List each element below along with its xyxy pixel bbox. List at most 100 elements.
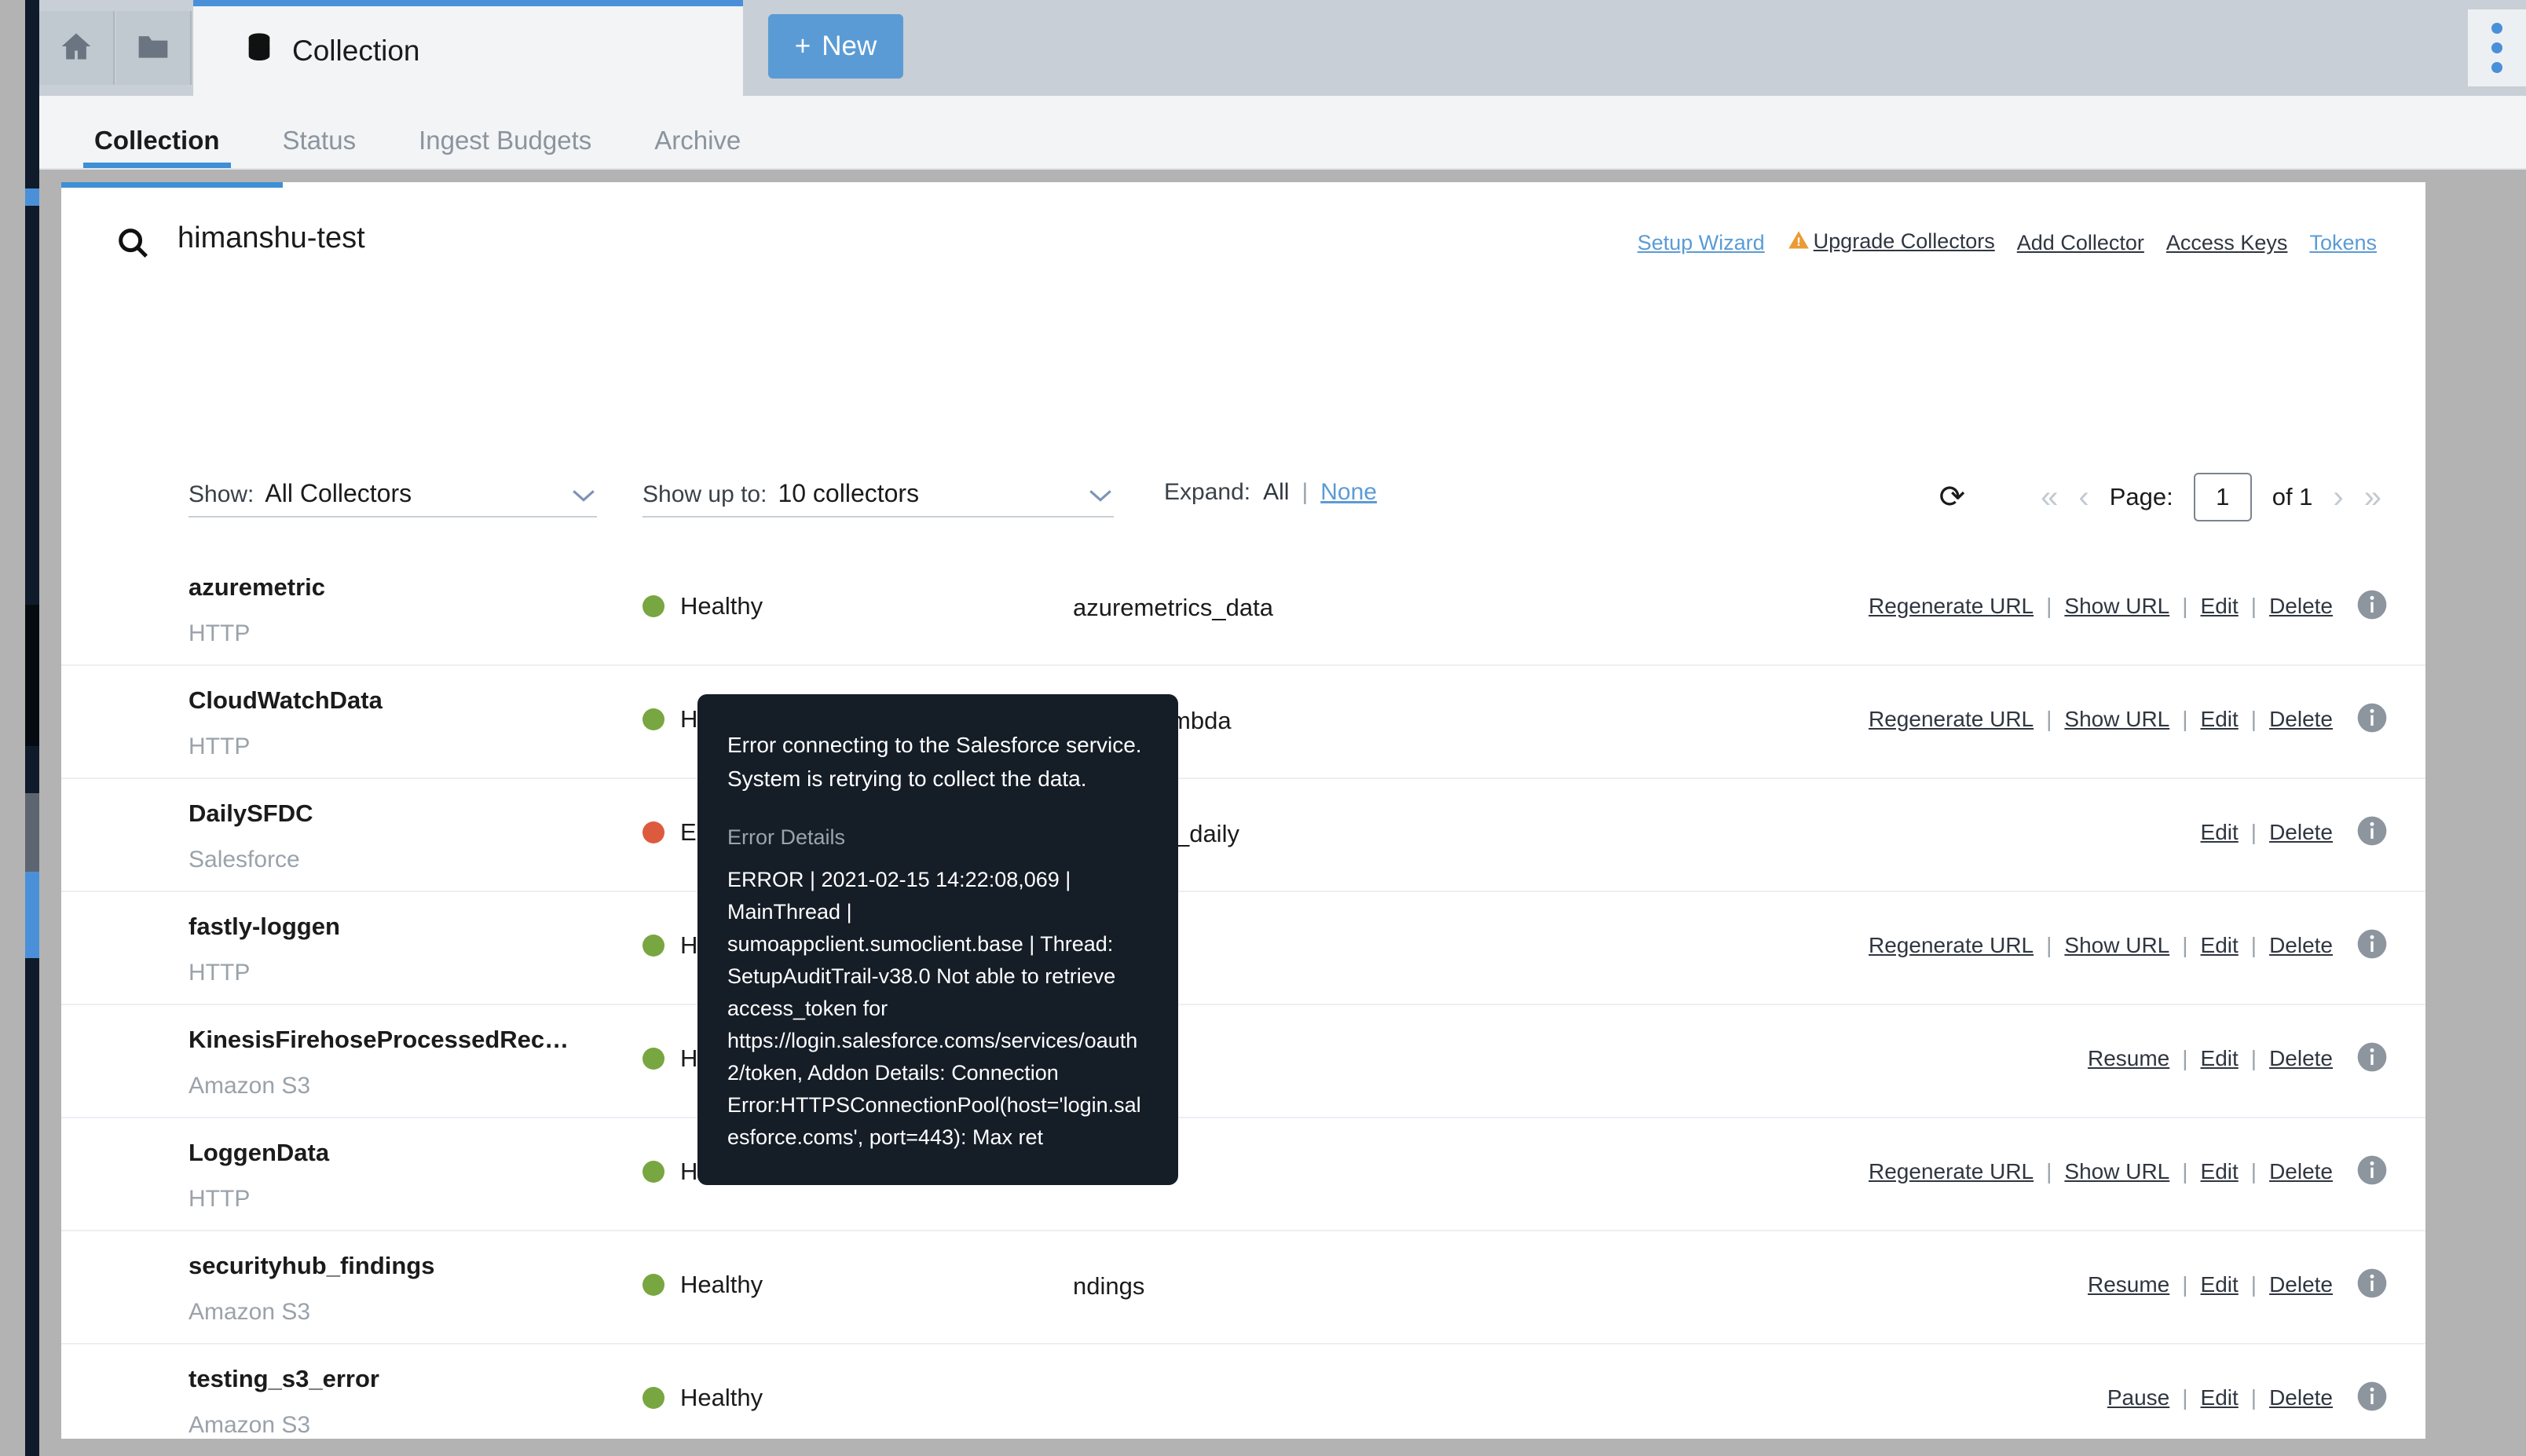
- add-collector-link[interactable]: Add Collector: [2017, 231, 2144, 255]
- info-icon[interactable]: [2356, 1154, 2388, 1190]
- collector-status: Healthy: [642, 1271, 763, 1299]
- action-edit-link[interactable]: Edit: [2201, 1159, 2239, 1184]
- action-delete-link[interactable]: Delete: [2269, 1046, 2333, 1071]
- warning-triangle-icon: [1787, 229, 1810, 257]
- table-row[interactable]: fastly-loggenHTTPHealthyRegenerate URL|S…: [61, 892, 2425, 1005]
- tab-title: Collection: [292, 35, 420, 67]
- collector-type: Salesforce: [189, 847, 300, 873]
- action-delete-link[interactable]: Delete: [2269, 1385, 2333, 1410]
- new-button[interactable]: + New: [768, 14, 903, 79]
- action-edit-link[interactable]: Edit: [2201, 1046, 2239, 1071]
- expand-all-link[interactable]: All: [1263, 479, 1289, 506]
- app-screen: Collection + New Collection Status Inges…: [0, 0, 2526, 1456]
- action-delete-link[interactable]: Delete: [2269, 594, 2333, 619]
- info-icon[interactable]: [2356, 1381, 2388, 1416]
- status-dot: [642, 1274, 664, 1296]
- home-button[interactable]: [39, 11, 115, 85]
- kebab-menu-icon[interactable]: [2468, 9, 2526, 86]
- collector-name: securityhub_findings: [189, 1252, 435, 1279]
- chevron-left-icon[interactable]: ‹: [2078, 480, 2089, 515]
- action-edit-link[interactable]: Edit: [2201, 594, 2239, 619]
- status-dot: [642, 708, 664, 730]
- tab-ingest-budgets[interactable]: Ingest Budgets: [387, 126, 623, 168]
- action-delete-link[interactable]: Delete: [2269, 820, 2333, 845]
- collector-name: azuremetric: [189, 573, 326, 601]
- refresh-icon[interactable]: ⟳: [1939, 479, 1966, 515]
- info-icon[interactable]: [2356, 1041, 2388, 1077]
- info-icon[interactable]: [2356, 702, 2388, 737]
- action-regenerate-url-link[interactable]: Regenerate URL: [1869, 933, 2034, 958]
- action-regenerate-url-link[interactable]: Regenerate URL: [1869, 707, 2034, 732]
- action-delete-link[interactable]: Delete: [2269, 1159, 2333, 1184]
- collector-name: LoggenData: [189, 1139, 330, 1166]
- table-row[interactable]: testing_s3_error Amazon S3 Healthy Pause | Ed…: [61, 1344, 2425, 1439]
- action-show-url-link[interactable]: Show URL: [2064, 707, 2169, 732]
- action-regenerate-url-link[interactable]: Regenerate URL: [1869, 594, 2034, 619]
- collector-list: azuremetric HTTP Healthy azuremetrics_data R…: [61, 553, 2425, 1439]
- rail-gray-segment: [25, 793, 39, 872]
- table-row[interactable]: KinesisFirehoseProcessedRec…Amazon S3Hea…: [61, 1005, 2425, 1118]
- action-regenerate-url-link[interactable]: Regenerate URL: [1869, 1159, 2034, 1184]
- upgrade-collectors-link[interactable]: Upgrade Collectors: [1814, 229, 1995, 253]
- action-edit-link[interactable]: Edit: [2201, 1272, 2239, 1297]
- action-delete-link[interactable]: Delete: [2269, 933, 2333, 958]
- action-delete-link[interactable]: Delete: [2269, 707, 2333, 732]
- table-row[interactable]: azuremetric HTTP Healthy azuremetrics_data R…: [61, 553, 2425, 666]
- page-input[interactable]: 1: [2193, 473, 2252, 521]
- table-row[interactable]: DailySFDCSalesforceErrorsfdc_logs_dailyE…: [61, 779, 2425, 892]
- action-separator: |: [2250, 1046, 2257, 1070]
- action-show-url-link[interactable]: Show URL: [2064, 594, 2169, 619]
- show-filter-select[interactable]: Show: All Collectors: [189, 479, 597, 518]
- collector-type: Amazon S3: [189, 1299, 311, 1325]
- action-show-url-link[interactable]: Show URL: [2064, 1159, 2169, 1184]
- info-icon[interactable]: [2356, 815, 2388, 851]
- access-keys-link[interactable]: Access Keys: [2166, 231, 2288, 255]
- show-up-to-label: Show up to:: [642, 481, 767, 507]
- action-delete-link[interactable]: Delete: [2269, 1272, 2333, 1297]
- action-separator: |: [2250, 707, 2257, 731]
- status-dot: [642, 821, 664, 843]
- table-row[interactable]: LoggenDataHTTPHealthyRegenerate URL|Show…: [61, 1118, 2425, 1231]
- info-icon[interactable]: [2356, 928, 2388, 964]
- action-show-url-link[interactable]: Show URL: [2064, 933, 2169, 958]
- search-icon: [115, 225, 151, 265]
- expand-none-link[interactable]: None: [1320, 479, 1377, 506]
- collector-name: fastly-loggen: [189, 913, 340, 940]
- action-resume-link[interactable]: Resume: [2088, 1272, 2169, 1297]
- action-separator: |: [2182, 1385, 2188, 1410]
- action-edit-link[interactable]: Edit: [2201, 1385, 2239, 1410]
- info-icon[interactable]: [2356, 1268, 2388, 1303]
- action-edit-link[interactable]: Edit: [2201, 820, 2239, 845]
- folder-button[interactable]: [116, 11, 192, 85]
- setup-wizard-link[interactable]: Setup Wizard: [1638, 231, 1765, 255]
- action-edit-link[interactable]: Edit: [2201, 707, 2239, 732]
- tab-archive[interactable]: Archive: [623, 126, 772, 168]
- horizontal-scrollbar[interactable]: [39, 1439, 2526, 1456]
- new-button-label: New: [822, 31, 877, 61]
- collector-source: ndings: [1073, 1272, 1145, 1300]
- tab-collection[interactable]: Collection: [193, 0, 743, 96]
- action-edit-link[interactable]: Edit: [2201, 933, 2239, 958]
- collector-type: Amazon S3: [189, 1412, 311, 1438]
- action-resume-link[interactable]: Resume: [2088, 1046, 2169, 1071]
- table-row[interactable]: CloudWatchDataHTTPHealthytestsrc/lambdaR…: [61, 666, 2425, 779]
- info-icon[interactable]: [2356, 589, 2388, 624]
- tokens-link[interactable]: Tokens: [2309, 231, 2377, 255]
- action-pause-link[interactable]: Pause: [2107, 1385, 2169, 1410]
- action-separator: |: [2182, 707, 2188, 731]
- action-separator: |: [2182, 1159, 2188, 1183]
- upgrade-collectors-wrap[interactable]: Upgrade Collectors: [1787, 229, 1995, 257]
- search-input[interactable]: himanshu-test: [178, 221, 365, 255]
- show-up-to-select[interactable]: Show up to: 10 collectors: [642, 479, 1114, 518]
- tab-status[interactable]: Status: [251, 126, 388, 168]
- table-row[interactable]: securityhub_findings Amazon S3 Healthy ndin…: [61, 1231, 2425, 1344]
- collector-source: azuremetrics_data: [1073, 594, 1274, 621]
- double-chevron-left-icon[interactable]: «: [2041, 480, 2058, 515]
- collector-type: HTTP: [189, 1186, 251, 1212]
- status-dot: [642, 935, 664, 957]
- collector-status: Healthy: [642, 1384, 763, 1412]
- chevron-right-icon[interactable]: ›: [2333, 480, 2343, 515]
- double-chevron-right-icon[interactable]: »: [2364, 480, 2381, 515]
- tab-collection-section[interactable]: Collection: [63, 126, 251, 168]
- header-actions: Setup Wizard Upgrade Collectors Add Coll…: [1638, 229, 2377, 257]
